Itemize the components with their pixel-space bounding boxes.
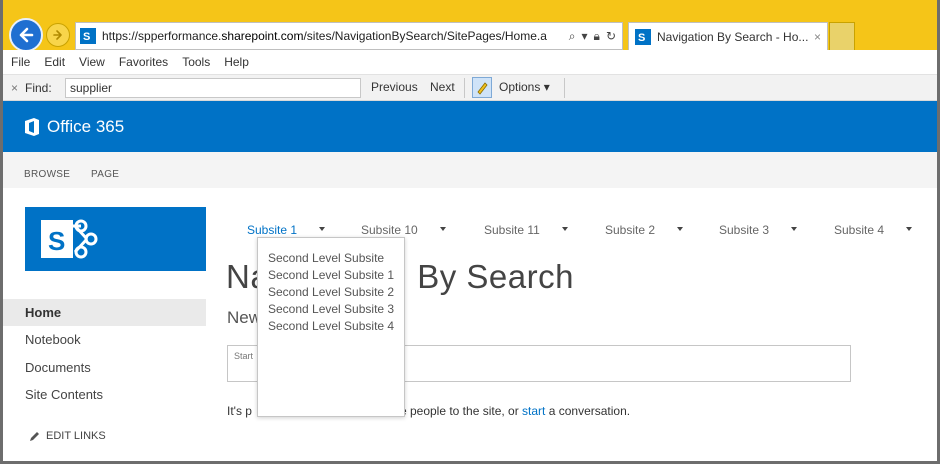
back-button[interactable] (9, 18, 43, 52)
flyout-item[interactable]: Second Level Subsite 4 (268, 318, 396, 335)
suite-brand: Office 365 (47, 117, 125, 136)
chevron-down-icon[interactable] (791, 227, 797, 231)
leftnav-site-contents[interactable]: Site Contents (3, 381, 206, 408)
menu-bar: File Edit View Favorites Tools Help (3, 50, 937, 74)
chevron-down-icon[interactable] (319, 227, 325, 231)
forward-button[interactable] (46, 23, 70, 47)
topnav-subsite-11[interactable]: Subsite 11 (484, 223, 540, 239)
flyout-item[interactable]: Second Level Subsite (268, 250, 396, 267)
svg-text:S: S (83, 31, 90, 43)
options-button[interactable]: Options ▾ (499, 80, 550, 94)
chevron-down-icon[interactable] (906, 227, 912, 231)
new-tab-button[interactable] (829, 22, 855, 50)
tab-browse[interactable]: BROWSE (24, 169, 70, 180)
menu-tools[interactable]: Tools (182, 55, 210, 69)
topnav-subsite-3[interactable]: Subsite 3 (719, 223, 769, 239)
menu-file[interactable]: File (11, 55, 30, 69)
leftnav-documents[interactable]: Documents (3, 354, 206, 381)
menu-help[interactable]: Help (224, 55, 249, 69)
start-conversation-link[interactable]: start (522, 404, 545, 418)
dropdown-arrow-icon: ▾ (543, 80, 550, 94)
newsfeed-heading: New (227, 308, 262, 327)
search-icon[interactable]: ⌕ (569, 29, 576, 44)
menu-edit[interactable]: Edit (44, 55, 65, 69)
lock-icon: 🔒︎ (593, 28, 600, 43)
menu-favorites[interactable]: Favorites (119, 55, 168, 69)
flyout-item[interactable]: Second Level Subsite 2 (268, 284, 396, 301)
leftnav-home[interactable]: Home (3, 299, 206, 326)
find-bar: × Find: supplier Previous Next Options ▾ (3, 74, 937, 101)
close-find-icon[interactable]: × (11, 81, 18, 95)
divider (464, 78, 465, 98)
refresh-icon[interactable]: ↻ (606, 29, 616, 44)
ribbon: BROWSE PAGE (3, 152, 937, 188)
svg-text:S: S (48, 226, 65, 256)
browser-titlebar: S https://spperformance.sharepoint.com/s… (3, 0, 937, 52)
find-input[interactable]: supplier (65, 78, 361, 98)
flyout-item[interactable]: Second Level Subsite 3 (268, 301, 396, 318)
pencil-icon (30, 431, 39, 441)
find-label: Find: (25, 81, 52, 95)
browser-window: S https://spperformance.sharepoint.com/s… (0, 0, 940, 464)
divider (564, 78, 565, 98)
chevron-down-icon[interactable] (562, 227, 568, 231)
menu-view[interactable]: View (79, 55, 105, 69)
site-logo[interactable]: S (25, 207, 206, 271)
chevron-down-icon[interactable] (677, 227, 683, 231)
office-icon (25, 118, 39, 136)
tab-title: Navigation By Search - Ho... (657, 29, 808, 44)
close-tab-icon[interactable]: × (808, 30, 827, 44)
address-url: https://spperformance.sharepoint.com/sit… (102, 29, 547, 43)
address-bar[interactable]: S https://spperformance.sharepoint.com/s… (75, 22, 623, 50)
arrow-left-icon (19, 27, 34, 43)
leftnav-notebook[interactable]: Notebook (3, 326, 206, 353)
topnav-subsite-2[interactable]: Subsite 2 (605, 223, 655, 239)
highlight-button[interactable] (472, 77, 492, 98)
subsite-flyout-menu: Second Level Subsite Second Level Subsit… (257, 237, 405, 417)
sharepoint-icon: S (635, 28, 651, 45)
highlighter-icon (477, 81, 488, 95)
previous-button[interactable]: Previous (371, 80, 418, 94)
sharepoint-logo-icon: S (41, 219, 98, 259)
chevron-down-icon[interactable] (440, 227, 446, 231)
sharepoint-icon: S (80, 28, 96, 44)
topnav-subsite-4[interactable]: Subsite 4 (834, 223, 884, 239)
dropdown-arrow-icon[interactable]: ▾ (582, 29, 588, 44)
browser-tab[interactable]: S Navigation By Search - Ho... × (628, 22, 828, 50)
office365-logo[interactable]: Office 365 (23, 117, 124, 137)
flyout-item[interactable]: Second Level Subsite 1 (268, 267, 396, 284)
edit-links-button[interactable]: EDIT LINKS (29, 430, 106, 442)
arrow-right-icon (53, 30, 62, 40)
svg-text:S: S (638, 32, 645, 44)
tab-page[interactable]: PAGE (91, 169, 119, 180)
next-button[interactable]: Next (430, 80, 455, 94)
suite-bar: Office 365 (3, 101, 937, 152)
